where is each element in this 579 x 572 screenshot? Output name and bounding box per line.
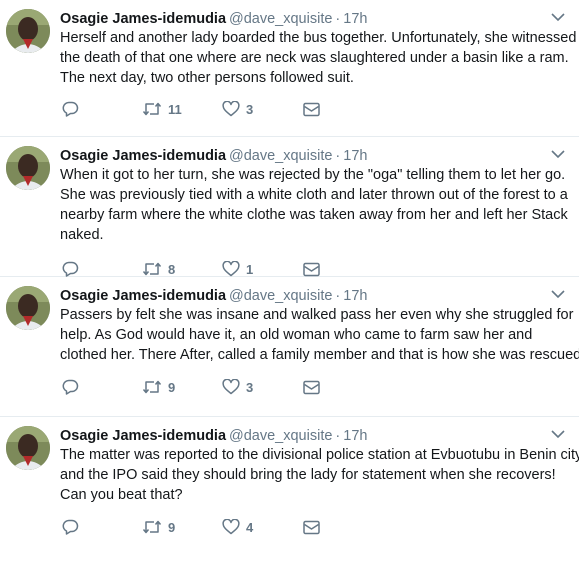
retweet-count: 9: [168, 379, 176, 395]
direct-message-button[interactable]: [303, 259, 320, 279]
envelope-icon: [303, 520, 320, 534]
avatar[interactable]: [6, 426, 50, 470]
tweet-text-line: She was previously tied with a white clo…: [60, 187, 568, 203]
like-button[interactable]: 1: [222, 259, 253, 279]
tweet-text-line: When it got to her turn, she was rejecte…: [60, 167, 566, 183]
author-name[interactable]: Osagie James-idemudia: [60, 288, 226, 304]
retweet-count: 9: [168, 519, 176, 535]
direct-message-button[interactable]: [303, 517, 320, 537]
tweet-text-line: help. As God would have it, an old woman…: [60, 327, 533, 343]
author-name[interactable]: Osagie James-idemudia: [60, 428, 226, 444]
author-handle[interactable]: @dave_xquisite: [229, 148, 332, 164]
tweet-header: Osagie James-idemudia @dave_xquisite · 17h: [60, 146, 549, 166]
like-count: 1: [246, 261, 254, 277]
retweet-button[interactable]: 11: [142, 99, 182, 119]
author-handle[interactable]: @dave_xquisite: [229, 11, 332, 27]
tweet-text: When it got to her turn, she was rejecte…: [60, 165, 575, 245]
retweet-icon: [142, 262, 162, 276]
author-handle[interactable]: @dave_xquisite: [229, 288, 332, 304]
tweet-text-line: Herself and another lady boarded the bus…: [60, 30, 577, 46]
direct-message-button[interactable]: [303, 99, 320, 119]
avatar[interactable]: [6, 9, 50, 53]
avatar-image: [6, 146, 50, 190]
like-button[interactable]: 3: [222, 377, 253, 397]
tweet-text-line: naked.: [60, 227, 104, 243]
reply-icon: [62, 379, 79, 395]
direct-message-button[interactable]: [303, 377, 320, 397]
separator-dot: ·: [335, 288, 341, 304]
tweet-text-line: The matter was reported to the divisiona…: [60, 447, 579, 463]
heart-icon: [222, 101, 240, 117]
tweet-header: Osagie James-idemudia @dave_xquisite · 17h: [60, 9, 549, 29]
envelope-icon: [303, 102, 320, 116]
retweet-button[interactable]: 9: [142, 377, 175, 397]
heart-icon: [222, 519, 240, 535]
tweet-timeline: Osagie James-idemudia @dave_xquisite · 17h …: [0, 0, 579, 572]
separator-dot: ·: [335, 148, 341, 164]
tweet[interactable]: Osagie James-idemudia @dave_xquisite · 17h …: [0, 417, 579, 572]
chevron-down-icon[interactable]: [551, 429, 565, 439]
like-button[interactable]: 3: [222, 99, 253, 119]
tweet[interactable]: Osagie James-idemudia @dave_xquisite · 17h …: [0, 277, 579, 417]
reply-button[interactable]: [62, 99, 79, 119]
avatar-image: [6, 426, 50, 470]
tweet-text-line: Can you beat that?: [60, 487, 183, 503]
tweet[interactable]: Osagie James-idemudia @dave_xquisite · 17h …: [0, 137, 579, 277]
reply-button[interactable]: [62, 377, 79, 397]
reply-icon: [62, 261, 79, 277]
tweet-text-line: the death of that one where are neck was…: [60, 50, 569, 66]
tweet-text-line: The next day, two other persons followed…: [60, 70, 354, 86]
avatar[interactable]: [6, 286, 50, 330]
like-count: 3: [246, 101, 254, 117]
reply-button[interactable]: [62, 517, 79, 537]
tweet-actions: 11 3: [62, 99, 362, 119]
avatar[interactable]: [6, 146, 50, 190]
tweet-actions: 9 4: [62, 517, 362, 537]
retweet-count: 8: [168, 261, 176, 277]
tweet-text: The matter was reported to the divisiona…: [60, 445, 579, 505]
reply-icon: [62, 519, 79, 535]
separator-dot: ·: [335, 428, 341, 444]
retweet-count: 11: [168, 101, 182, 117]
chevron-down-icon[interactable]: [551, 289, 565, 299]
retweet-icon: [142, 380, 162, 394]
timestamp[interactable]: 17h: [343, 11, 367, 27]
envelope-icon: [303, 380, 320, 394]
timestamp[interactable]: 17h: [343, 288, 367, 304]
heart-icon: [222, 261, 240, 277]
like-button[interactable]: 4: [222, 517, 253, 537]
reply-button[interactable]: [62, 259, 79, 279]
chevron-down-icon[interactable]: [551, 12, 565, 22]
tweet-text-line: and the IPO said they should bring the l…: [60, 467, 556, 483]
like-count: 3: [246, 379, 254, 395]
tweet[interactable]: Osagie James-idemudia @dave_xquisite · 17h …: [0, 0, 579, 137]
author-handle[interactable]: @dave_xquisite: [229, 428, 332, 444]
avatar-image: [6, 286, 50, 330]
heart-icon: [222, 379, 240, 395]
tweet-text: Herself and another lady boarded the bus…: [60, 28, 577, 88]
author-name[interactable]: Osagie James-idemudia: [60, 148, 226, 164]
tweet-actions: 9 3: [62, 377, 362, 397]
separator-dot: ·: [335, 11, 341, 27]
tweet-header: Osagie James-idemudia @dave_xquisite · 17h: [60, 426, 549, 446]
retweet-icon: [142, 520, 162, 534]
tweet-text: Passers by felt she was insane and walke…: [60, 305, 579, 365]
tweet-actions: 8 1: [62, 259, 362, 279]
chevron-down-icon[interactable]: [551, 149, 565, 159]
tweet-text-line: Passers by felt she was insane and walke…: [60, 307, 574, 323]
retweet-icon: [142, 102, 162, 116]
reply-icon: [62, 101, 79, 117]
tweet-header: Osagie James-idemudia @dave_xquisite · 17h: [60, 286, 549, 306]
avatar-image: [6, 9, 50, 53]
tweet-text-line: nearby farm where the white clothe was t…: [60, 207, 568, 223]
timestamp[interactable]: 17h: [343, 148, 367, 164]
like-count: 4: [246, 519, 254, 535]
retweet-button[interactable]: 8: [142, 259, 175, 279]
author-name[interactable]: Osagie James-idemudia: [60, 11, 226, 27]
retweet-button[interactable]: 9: [142, 517, 175, 537]
envelope-icon: [303, 262, 320, 276]
timestamp[interactable]: 17h: [343, 428, 367, 444]
tweet-text-line: clothed her. There After, called a famil…: [60, 347, 579, 363]
